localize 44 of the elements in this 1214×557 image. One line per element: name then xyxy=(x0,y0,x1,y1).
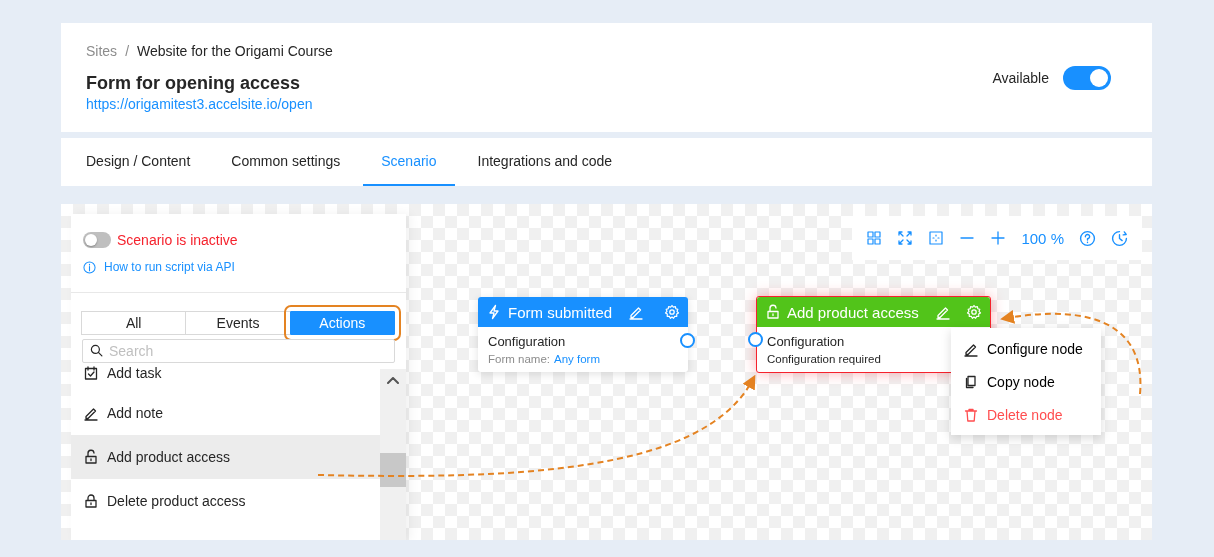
scenario-status: Scenario is inactive xyxy=(117,232,238,248)
node-detail: Configuration required xyxy=(767,353,881,365)
search-field[interactable]: Search xyxy=(82,339,395,363)
node-title: Add product access xyxy=(787,303,919,321)
filter-tab[interactable]: All xyxy=(81,311,187,335)
flow-node[interactable]: Form submitted Configuration Form name: Any form xyxy=(478,297,688,372)
node-subtitle: Configuration xyxy=(767,334,845,349)
filter-tab[interactable]: Events xyxy=(185,311,291,335)
grid-icon[interactable] xyxy=(865,230,882,246)
unlock-icon xyxy=(83,449,99,465)
available-toggle[interactable] xyxy=(1063,65,1111,90)
page-title: Form for opening access xyxy=(86,73,302,94)
caret-icon[interactable] xyxy=(387,377,399,384)
history-icon[interactable] xyxy=(1111,229,1129,247)
tab[interactable]: Integrations and code xyxy=(459,138,631,186)
info-icon xyxy=(83,260,96,274)
pencil-icon[interactable] xyxy=(83,405,99,421)
checklist-icon xyxy=(83,365,99,381)
scenario-toggle[interactable] xyxy=(83,232,111,248)
node-title: Form submitted xyxy=(508,303,613,321)
copy-icon xyxy=(963,373,979,390)
unlock-icon xyxy=(765,304,781,320)
available-label: Available xyxy=(992,69,1049,86)
help-icon[interactable] xyxy=(1079,229,1097,247)
action-item[interactable]: Delete product access xyxy=(71,479,380,523)
gear-icon[interactable] xyxy=(664,304,680,320)
scrollbar-thumb[interactable] xyxy=(380,453,406,487)
scrollbar[interactable] xyxy=(380,369,406,540)
action-item[interactable]: Add product access xyxy=(71,435,380,479)
frame-icon[interactable] xyxy=(927,230,944,246)
node-detail: Form name: xyxy=(488,353,550,365)
breadcrumb-current: Website for the Origami Course xyxy=(137,43,333,59)
action-item[interactable]: Add note xyxy=(71,391,380,435)
trash-icon xyxy=(963,406,979,423)
tab[interactable]: Common settings xyxy=(213,138,359,186)
zoom-in-icon[interactable] xyxy=(990,230,1007,246)
lock-icon xyxy=(83,493,99,509)
zoom-level: 100 % xyxy=(1021,229,1064,247)
action-item[interactable]: Add task xyxy=(71,363,380,391)
fit-screen-icon[interactable] xyxy=(896,230,913,246)
breadcrumb-separator: / xyxy=(125,43,129,59)
gear-icon[interactable] xyxy=(966,304,982,320)
node-subtitle: Configuration xyxy=(488,334,566,349)
tab[interactable]: Design / Content xyxy=(68,138,209,186)
